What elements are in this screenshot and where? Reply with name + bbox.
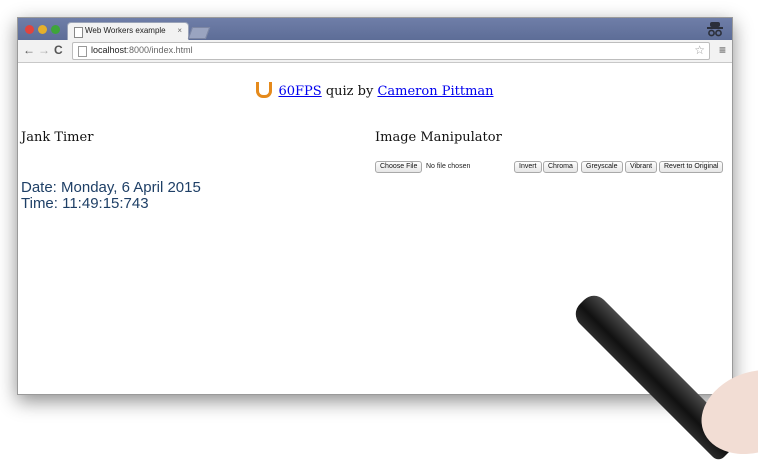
tab-title: Web Workers example: [85, 26, 166, 35]
date-readout: Date: Monday, 6 April 2015: [21, 179, 201, 196]
jank-timer-heading: Jank Timer: [21, 130, 94, 145]
choose-file-button[interactable]: Choose File: [375, 161, 423, 173]
page-header: 60FPS quiz by Cameron Pittman: [18, 82, 732, 99]
no-file-label: No file chosen: [426, 163, 471, 170]
back-icon[interactable]: ←: [23, 43, 35, 57]
minimize-window-button[interactable]: [38, 25, 47, 34]
vibrant-button[interactable]: Vibrant: [625, 161, 658, 173]
image-manipulator-heading: Image Manipulator: [375, 130, 502, 145]
new-tab-button[interactable]: [187, 27, 211, 39]
link-60fps[interactable]: 60FPS: [278, 84, 321, 99]
header-text: quiz by: [321, 84, 378, 99]
greyscale-button[interactable]: Greyscale: [581, 161, 623, 173]
time-readout: Time: 11:49:15:743: [21, 195, 149, 212]
tab-web-workers[interactable]: Web Workers example ×: [67, 22, 189, 41]
tab-close-icon[interactable]: ×: [177, 26, 182, 35]
udacity-logo-icon: [256, 82, 273, 98]
url-text: localhost:8000/index.html: [91, 45, 193, 55]
bookmark-star-icon[interactable]: ☆: [694, 43, 705, 57]
reload-icon[interactable]: C: [54, 43, 63, 57]
address-bar[interactable]: localhost:8000/index.html ☆: [72, 42, 710, 60]
incognito-icon: [707, 22, 723, 37]
revert-to-original-button[interactable]: Revert to Original: [659, 161, 724, 173]
page-icon: [74, 27, 83, 38]
menu-icon[interactable]: ≡: [719, 43, 726, 57]
close-window-button[interactable]: [25, 25, 34, 34]
page-icon: [78, 46, 87, 57]
forward-icon[interactable]: →: [38, 43, 50, 57]
invert-button[interactable]: Invert: [514, 161, 542, 173]
browser-toolbar: ← → C localhost:8000/index.html ☆ ≡: [18, 40, 732, 63]
url-host: localhost: [91, 45, 127, 55]
link-author[interactable]: Cameron Pittman: [377, 84, 493, 99]
url-path: :8000/index.html: [126, 45, 193, 55]
tab-bar: Web Workers example ×: [18, 18, 732, 41]
chroma-button[interactable]: Chroma: [543, 161, 578, 173]
zoom-window-button[interactable]: [51, 25, 60, 34]
